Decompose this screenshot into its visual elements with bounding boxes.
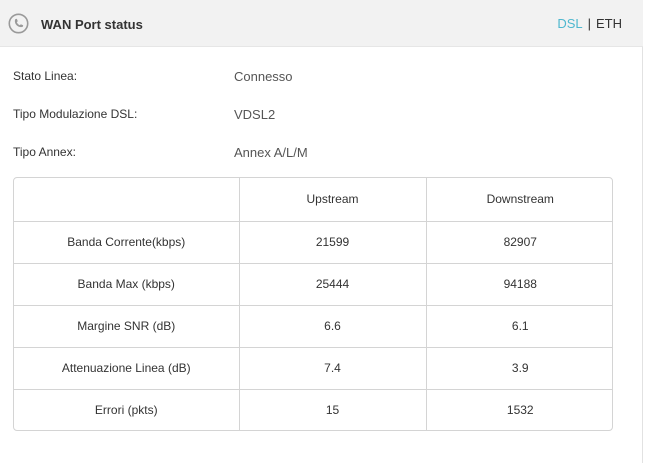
modulation-label: Tipo Modulazione DSL: <box>13 107 138 121</box>
row-label: Attenuazione Linea (dB) <box>14 347 240 390</box>
upstream-value: 7.4 <box>239 347 427 390</box>
row-label: Banda Corrente(kbps) <box>14 221 240 264</box>
upstream-value: 21599 <box>239 221 427 264</box>
annex-label: Tipo Annex: <box>13 145 76 159</box>
upstream-value: 25444 <box>239 263 427 306</box>
table-row: Attenuazione Linea (dB) 7.4 3.9 <box>14 347 612 390</box>
column-header-label <box>14 178 240 222</box>
tab-separator: | <box>587 16 591 31</box>
row-label: Errori (pkts) <box>14 389 240 430</box>
downstream-value: 82907 <box>426 221 612 264</box>
table-row: Banda Corrente(kbps) 21599 82907 <box>14 221 612 264</box>
modulation-value: VDSL2 <box>234 107 276 122</box>
downstream-value: 3.9 <box>426 347 612 390</box>
table-row: Banda Max (kbps) 25444 94188 <box>14 263 612 306</box>
column-header-downstream: Downstream <box>426 178 612 222</box>
downstream-value: 6.1 <box>426 305 612 348</box>
header-tabs: DSL | ETH <box>557 16 622 32</box>
dsl-stats-table: Upstream Downstream Banda Corrente(kbps)… <box>13 177 613 431</box>
wan-status-panel: WAN Port status DSL | ETH Stato Linea: Con… <box>0 0 643 463</box>
table-row: Errori (pkts) 15 1532 <box>14 389 612 430</box>
tab-dsl[interactable]: DSL <box>557 16 582 31</box>
panel-header: WAN Port status DSL | ETH <box>0 0 643 47</box>
annex-value: Annex A/L/M <box>234 145 308 160</box>
downstream-value: 1532 <box>506 403 534 418</box>
column-header-upstream: Upstream <box>239 178 427 222</box>
phone-icon <box>8 13 29 34</box>
line-state-value: Connesso <box>234 69 293 84</box>
table-header-row: Upstream Downstream <box>14 178 612 222</box>
upstream-value: 6.6 <box>239 305 427 348</box>
upstream-value: 15 <box>239 389 427 430</box>
table-row: Margine SNR (dB) 6.6 6.1 <box>14 305 612 348</box>
line-state-label: Stato Linea: <box>13 69 78 83</box>
tab-eth[interactable]: ETH <box>596 16 622 31</box>
downstream-value: 94188 <box>426 263 612 306</box>
row-label: Margine SNR (dB) <box>14 305 240 348</box>
panel-title: WAN Port status <box>41 17 143 32</box>
row-label: Banda Max (kbps) <box>14 263 240 306</box>
